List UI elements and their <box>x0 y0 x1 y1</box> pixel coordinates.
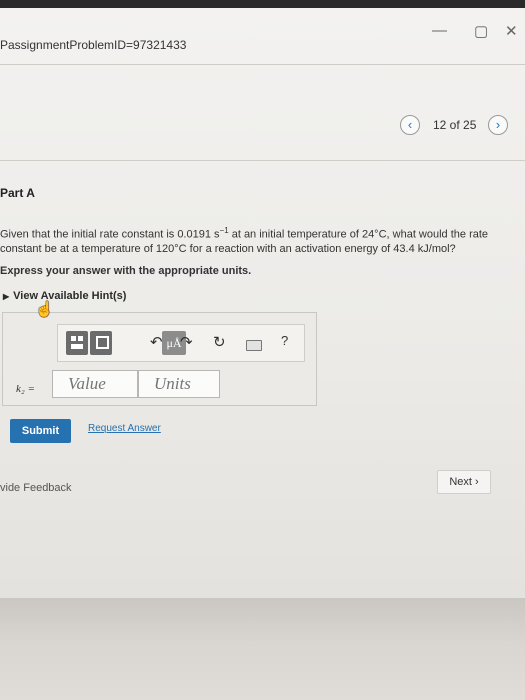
divider <box>0 160 525 161</box>
reset-icon[interactable]: ↻ <box>213 333 226 351</box>
undo-icon[interactable]: ↶ <box>150 333 163 351</box>
view-hints-link[interactable]: ▶ View Available Hint(s) <box>3 290 126 302</box>
close-button[interactable]: ✕ <box>505 22 518 40</box>
unit-superscript: −1 <box>219 226 229 235</box>
submit-button[interactable]: Submit <box>10 419 71 443</box>
monitor-bezel <box>0 598 525 700</box>
monitor-top-edge <box>0 0 525 8</box>
question-text-start: Given that the initial rate constant is … <box>0 228 220 241</box>
previous-problem-button[interactable]: ‹ <box>400 115 420 135</box>
templates-icon[interactable] <box>66 331 88 355</box>
problem-counter: 12 of 25 <box>433 118 477 132</box>
maximize-button[interactable]: ▢ <box>474 22 488 40</box>
expand-triangle-icon: ▶ <box>3 292 10 301</box>
redo-icon[interactable]: ↷ <box>180 333 193 351</box>
answer-instruction: Express your answer with the appropriate… <box>0 265 252 277</box>
part-title: Part A <box>0 186 35 200</box>
view-hints-label: View Available Hint(s) <box>13 290 127 302</box>
units-input[interactable] <box>138 370 220 398</box>
next-problem-button[interactable]: › <box>488 115 508 135</box>
keyboard-icon[interactable] <box>246 340 262 351</box>
math-toolbar: μÅ ↶ ↷ ↻ ? <box>57 324 305 362</box>
value-input[interactable] <box>52 370 138 398</box>
next-button[interactable]: Next › <box>437 470 491 494</box>
browser-screen <box>0 8 525 598</box>
provide-feedback-link[interactable]: vide Feedback <box>0 482 72 494</box>
fraction-icon[interactable] <box>90 331 112 355</box>
page-url: PassignmentProblemID=97321433 <box>0 38 187 52</box>
variable-label: k₂ = <box>16 383 35 395</box>
divider <box>0 64 525 65</box>
mouse-cursor-icon: ☝ <box>35 301 54 318</box>
question-text: Given that the initial rate constant is … <box>0 224 510 256</box>
help-icon[interactable]: ? <box>281 333 288 348</box>
request-answer-link[interactable]: Request Answer <box>88 423 161 434</box>
minimize-button[interactable]: — <box>432 22 447 39</box>
